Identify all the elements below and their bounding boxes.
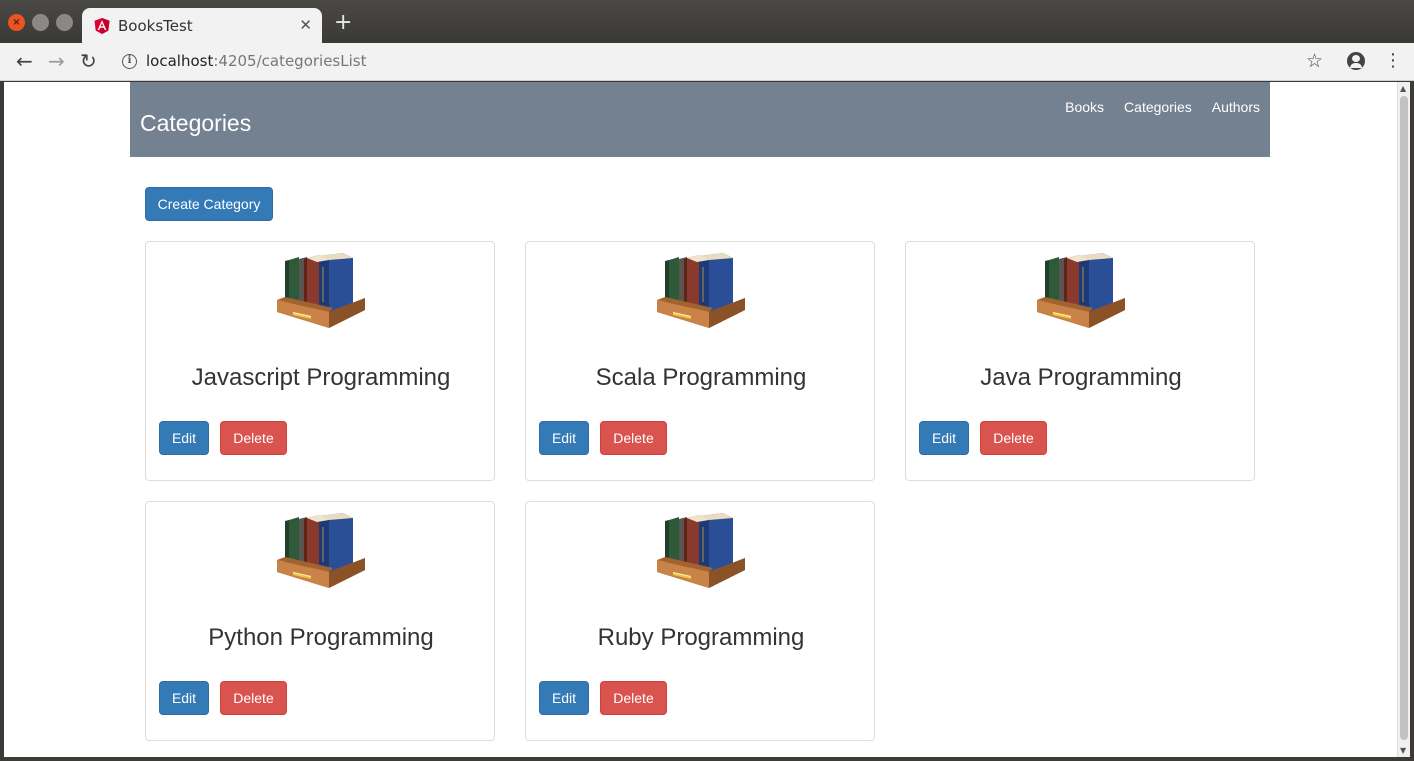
url-host: localhost [146, 52, 214, 70]
category-name: Javascript Programming [191, 364, 451, 391]
forward-arrow-icon[interactable]: → [48, 49, 65, 73]
page-viewport: Categories Books Categories Authors Crea… [4, 82, 1397, 757]
reload-icon[interactable]: ↻ [80, 49, 97, 73]
page-scrollbar[interactable]: ▲ ▼ [1397, 82, 1410, 757]
nav-link-books[interactable]: Books [1065, 99, 1104, 115]
back-arrow-icon[interactable]: ← [16, 49, 33, 73]
browser-menu-icon[interactable]: ⋮ [1384, 51, 1402, 71]
window-frame [0, 757, 1414, 761]
scroll-down-icon[interactable]: ▼ [1400, 746, 1406, 755]
window-maximize-icon[interactable] [56, 14, 73, 31]
category-card: Ruby Programming Edit Delete [525, 501, 875, 741]
delete-button[interactable]: Delete [600, 681, 667, 715]
category-name: Ruby Programming [597, 624, 805, 651]
bookshelf-icon [657, 252, 745, 329]
url-path: :4205/categoriesList [213, 52, 367, 70]
edit-button[interactable]: Edit [919, 421, 969, 455]
new-tab-button[interactable]: + [334, 12, 352, 34]
edit-button[interactable]: Edit [159, 681, 209, 715]
window-close-icon[interactable]: × [8, 14, 25, 31]
browser-titlebar: × BooksTest ✕ + [0, 0, 1414, 43]
bookshelf-icon [657, 512, 745, 589]
browser-toolbar: ← → ↻ i localhost:4205/categoriesList ☆ … [0, 43, 1414, 81]
scroll-thumb[interactable] [1400, 96, 1408, 740]
nav-link-categories[interactable]: Categories [1124, 99, 1192, 115]
account-icon[interactable] [1347, 52, 1365, 70]
nav-link-authors[interactable]: Authors [1212, 99, 1260, 115]
site-info-icon[interactable]: i [122, 54, 137, 69]
address-bar[interactable]: localhost:4205/categoriesList [146, 52, 366, 70]
tab-close-icon[interactable]: ✕ [299, 16, 312, 34]
bookshelf-icon [277, 252, 365, 329]
edit-button[interactable]: Edit [539, 421, 589, 455]
category-name: Java Programming [980, 364, 1182, 391]
category-name: Scala Programming [595, 364, 807, 391]
window-minimize-icon[interactable] [32, 14, 49, 31]
angular-icon [94, 18, 110, 34]
category-card: Javascript Programming Edit Delete [145, 241, 495, 481]
delete-button[interactable]: Delete [220, 421, 287, 455]
page-header: Categories Books Categories Authors [130, 82, 1270, 157]
category-name: Python Programming [208, 624, 434, 651]
scroll-up-icon[interactable]: ▲ [1400, 84, 1406, 93]
bookshelf-icon [1037, 252, 1125, 329]
delete-button[interactable]: Delete [600, 421, 667, 455]
bookmark-star-icon[interactable]: ☆ [1306, 50, 1323, 72]
window-frame [0, 82, 4, 761]
window-frame [1410, 82, 1414, 761]
category-card: Python Programming Edit Delete [145, 501, 495, 741]
delete-button[interactable]: Delete [220, 681, 287, 715]
tab-title: BooksTest [118, 17, 193, 35]
top-nav: Books Categories Authors [1065, 99, 1260, 115]
category-card: Java Programming Edit Delete [905, 241, 1255, 481]
bookshelf-icon [277, 512, 365, 589]
create-category-button[interactable]: Create Category [145, 187, 273, 221]
category-card: Scala Programming Edit Delete [525, 241, 875, 481]
delete-button[interactable]: Delete [980, 421, 1047, 455]
page-title: Categories [140, 110, 252, 136]
edit-button[interactable]: Edit [159, 421, 209, 455]
browser-tab[interactable]: BooksTest ✕ [82, 8, 322, 43]
edit-button[interactable]: Edit [539, 681, 589, 715]
